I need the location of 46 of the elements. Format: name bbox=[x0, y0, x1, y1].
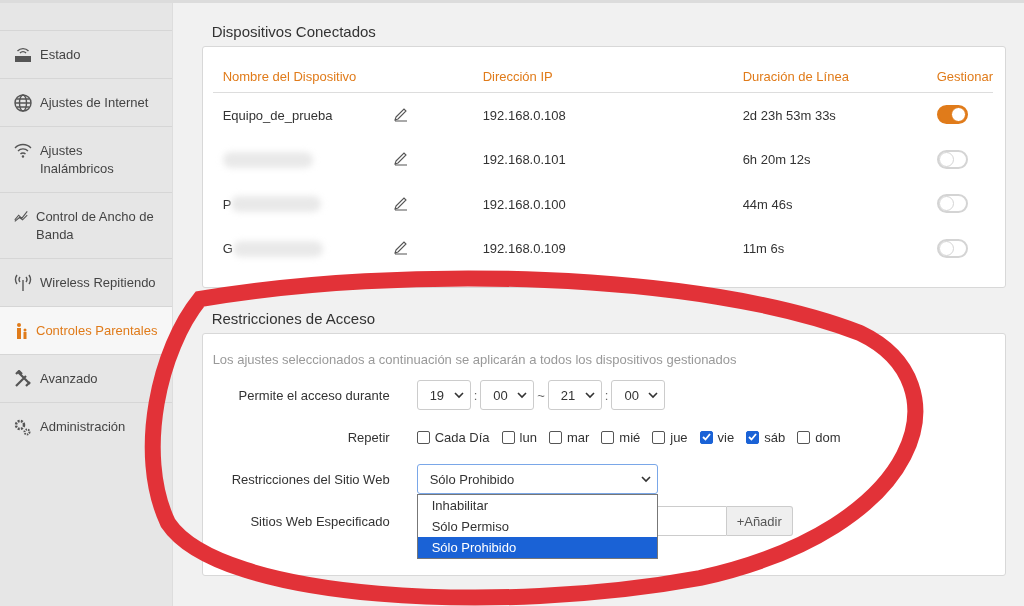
sidebar-item[interactable]: Avanzado bbox=[0, 354, 172, 402]
ip-address: 192.168.0.108 bbox=[482, 107, 567, 123]
day-label: lun bbox=[519, 429, 537, 445]
sidebar-item[interactable]: Ajustes de Internet bbox=[0, 78, 172, 126]
device-name: Equipo_de_prueba bbox=[222, 107, 333, 123]
hour-select[interactable]: 21 bbox=[547, 380, 602, 410]
range-separator: ~ bbox=[537, 387, 545, 403]
description-text: Los ajustes seleccionados a continuación se aplicarán a todos los dispositivos gestionados bbox=[212, 352, 738, 367]
sidebar-item[interactable]: Administración bbox=[0, 402, 172, 450]
day-label: sáb bbox=[764, 429, 786, 445]
ip-address: 192.168.0.109 bbox=[482, 241, 567, 257]
hour-select[interactable]: 19 bbox=[416, 380, 471, 410]
day-label: dom bbox=[815, 429, 841, 445]
ip-address: 192.168.0.100 bbox=[482, 196, 567, 212]
time-separator: : bbox=[604, 387, 609, 403]
column-header: Gestionar bbox=[936, 69, 993, 84]
field-label: Restricciones del Sitio Web bbox=[230, 471, 390, 487]
online-duration: 2d 23h 53m 33s bbox=[742, 107, 837, 123]
sidebar-item[interactable]: Estado bbox=[0, 30, 172, 78]
day-label: mar bbox=[566, 429, 590, 445]
section-title: Dispositivos Conectados bbox=[211, 23, 377, 40]
device-name: P bbox=[222, 196, 232, 212]
day-label: vie bbox=[717, 429, 735, 445]
add-button[interactable]: +Añadir bbox=[726, 506, 793, 536]
sidebar-item[interactable]: Ajustes Inalámbricos bbox=[0, 126, 172, 192]
column-header: Dirección IP bbox=[482, 69, 554, 84]
day-label: mié bbox=[619, 429, 641, 445]
section-title: Restricciones de Acceso bbox=[211, 310, 377, 327]
dropdown-option[interactable]: Sólo Prohibido bbox=[417, 537, 657, 558]
day-label: Cada Día bbox=[434, 429, 490, 445]
day-label: jue bbox=[670, 429, 688, 445]
website-select[interactable]: Sólo Prohibido bbox=[416, 464, 658, 494]
column-header: Nombre del Dispositivo bbox=[222, 69, 358, 84]
minute-select[interactable]: 00 bbox=[480, 380, 535, 410]
online-duration: 11m 6s bbox=[742, 241, 786, 257]
field-label: Repetir bbox=[346, 429, 390, 445]
field-label: Sitios Web Especificado bbox=[249, 513, 390, 529]
online-duration: 6h 20m 12s bbox=[742, 152, 812, 168]
time-separator: : bbox=[473, 387, 478, 403]
field-label: Permite el acceso durante bbox=[237, 387, 390, 403]
device-name: G bbox=[222, 241, 233, 257]
ip-address: 192.168.0.101 bbox=[482, 152, 567, 168]
minute-select[interactable]: 00 bbox=[611, 380, 666, 410]
sidebar-item[interactable]: Control de Ancho de Banda bbox=[0, 192, 172, 258]
online-duration: 44m 46s bbox=[742, 196, 794, 212]
column-header: Duración de Línea bbox=[742, 69, 850, 84]
